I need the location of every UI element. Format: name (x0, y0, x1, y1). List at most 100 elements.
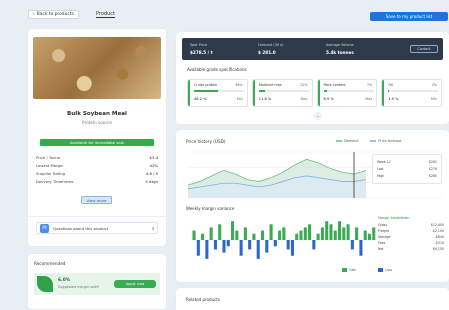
legend-swatch (370, 140, 377, 142)
legend-swatch (342, 268, 347, 272)
chat-icon: ✉ (40, 223, 49, 233)
spec-value: 1.9 % (388, 97, 399, 101)
spec-card[interactable]: Fibre content 7% 6.9 % Max (316, 79, 378, 107)
detail-row: Lowest Margin 42% (36, 161, 158, 169)
bar (248, 240, 252, 250)
legend-item[interactable]: Loss (378, 268, 392, 272)
bar (252, 233, 256, 240)
legend-label: Loss (385, 268, 393, 272)
tooltip-row: High $285 (377, 172, 437, 179)
product-image (33, 37, 161, 99)
summary-value: $ 281.0 (258, 50, 276, 55)
spec-card[interactable]: Crude protein 48% 48.2 % Min (187, 79, 248, 107)
breakdown-key: Gross (378, 223, 387, 227)
spec-progress-fill (388, 90, 390, 92)
spec-limit: Max (365, 97, 373, 101)
breakdown-value: -$2,100 (431, 229, 444, 233)
breadcrumb[interactable]: Product (96, 11, 115, 18)
legend-label: Price forecast (378, 139, 402, 143)
spec-value: 48.2 % (194, 97, 207, 101)
detail-value: 4.6 / 5 (145, 170, 158, 176)
legend-item[interactable]: Demand (336, 139, 358, 143)
save-to-list-button[interactable]: Save to my product list (370, 12, 448, 21)
spec-card[interactable]: Moisture max 12% 11.8 % Max (251, 79, 313, 107)
bar (346, 224, 350, 240)
summary-card: Spot Price $278.5 / t Forecast (30 d) $ 28… (176, 32, 449, 124)
bar (278, 230, 282, 240)
tooltip-value: $281 (428, 159, 437, 164)
summary-label: Spot Price (190, 43, 208, 47)
tooltip-value: $285 (428, 173, 437, 178)
spec-limit: Max (300, 97, 308, 101)
bar (222, 240, 226, 253)
summary-value: $278.5 / t (190, 50, 213, 55)
spec-progress-fill (258, 90, 265, 92)
legend-swatch (378, 268, 384, 272)
contact-button[interactable]: Contact (410, 45, 438, 53)
chevron-down-icon[interactable]: ⌄ (314, 112, 322, 120)
spec-accent (252, 80, 255, 106)
back-button[interactable]: ‹ Back to products (28, 10, 79, 19)
questions-link[interactable]: ✉ Questions about this product 3 (36, 222, 158, 234)
bar (342, 227, 346, 240)
spec-percent: 2% (431, 83, 437, 87)
bar (273, 240, 277, 247)
tooltip-row: Low $276 (377, 165, 437, 172)
bar (218, 224, 222, 240)
tooltip-key: Low (377, 166, 384, 171)
bar (282, 227, 286, 240)
summary-cell: Average Volume 5.4k tonnes (326, 43, 354, 55)
margin-breakdown: Margin breakdown Gross $12,400 Freight -$2… (378, 216, 444, 258)
spec-progress (258, 90, 309, 92)
bar-chart[interactable] (184, 214, 384, 266)
detail-value: 42% (149, 162, 158, 168)
detail-value: 5 days (145, 178, 158, 184)
detail-row: Delivery Timeframe 5 days (36, 177, 158, 185)
bar (372, 227, 376, 240)
bar (260, 230, 265, 240)
charts-card: Price history (USD) Demand Price forecas… (176, 130, 449, 282)
line-chart-legend: Demand Price forecast (336, 139, 401, 143)
bar (290, 240, 294, 256)
summary-value: 5.4k tonnes (326, 50, 354, 55)
spec-limit: Min (430, 97, 437, 101)
bar (320, 227, 324, 240)
detail-label: Supplier Rating (36, 170, 66, 176)
bar (286, 240, 290, 250)
spec-cards: Crude protein 48% 48.2 % Min Moisture ma… (187, 79, 442, 107)
bar (265, 240, 269, 253)
spec-value: 6.9 % (323, 97, 334, 101)
bar (239, 240, 243, 256)
recommendation-card: Recommended 6.0% Suggested margin uplift… (28, 254, 166, 309)
spec-accent (382, 80, 385, 106)
view-more-button[interactable]: View more (81, 196, 112, 204)
bar (333, 230, 337, 240)
breakdown-header: Margin breakdown (378, 216, 410, 220)
spec-card[interactable]: Oil 2% 1.9 % Min (381, 79, 442, 107)
spec-name: Crude protein (194, 83, 218, 87)
detail-label: Delivery Timeframe (36, 178, 74, 184)
spec-progress (323, 90, 374, 92)
bar (235, 230, 239, 240)
spec-percent: 48% (235, 83, 243, 87)
chevron-left-icon: ‹ (33, 12, 35, 17)
bar (337, 221, 342, 240)
tooltip-row: Week 12 $281 (377, 158, 437, 165)
apply-button[interactable]: Apply now (114, 280, 156, 288)
tooltip-key: Week 12 (377, 159, 391, 164)
top-bar: ‹ Back to products Product Save to my pr… (0, 0, 449, 26)
recommendation-title: Recommended (34, 261, 66, 266)
bar (196, 240, 200, 256)
bar (269, 224, 273, 240)
bar (256, 240, 260, 259)
bar (363, 230, 367, 240)
spec-accent (317, 80, 320, 106)
detail-label: Lowest Margin (36, 162, 64, 168)
legend-item[interactable]: Price forecast (370, 139, 401, 143)
related-products-card: Related products (176, 288, 449, 310)
spec-percent: 12% (299, 83, 308, 87)
detail-row: Supplier Rating 4.6 / 5 (36, 169, 158, 177)
line-chart-title: Price history (USD) (186, 139, 226, 144)
legend-item[interactable]: Gain (342, 268, 356, 272)
recommendation-value: 6.0% (58, 278, 71, 283)
